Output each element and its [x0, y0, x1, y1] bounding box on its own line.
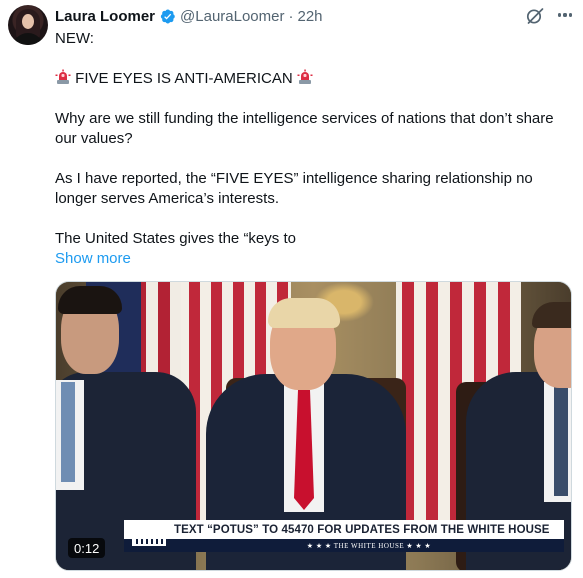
tweet-line: longer serves America’s interests.: [55, 190, 279, 207]
video-duration-badge: 0:12: [68, 538, 106, 558]
tweet-spacer: [55, 49, 577, 69]
show-more-link[interactable]: Show more: [55, 250, 131, 267]
banner-headline: TEXT “POTUS” TO 45470 FOR UPDATES FROM T…: [124, 520, 564, 539]
avatar-face: [22, 14, 34, 29]
video-player[interactable]: TEXT “POTUS” TO 45470 FOR UPDATES FROM T…: [55, 281, 572, 571]
verified-badge-icon[interactable]: [159, 8, 176, 25]
video-lower-third-banner: TEXT “POTUS” TO 45470 FOR UPDATES FROM T…: [124, 520, 564, 554]
author-avatar[interactable]: [8, 5, 48, 45]
tweet-text: NEW: FIVE EYES IS ANTI-AMERICAN Why are …: [55, 29, 577, 269]
banner-subtext: ★ ★ ★ THE WHITE HOUSE ★ ★ ★: [174, 539, 564, 552]
person-right-tie: [554, 386, 568, 496]
tweet-header: Laura Loomer @LauraLoomer · 22h: [55, 6, 323, 26]
tweet-line: Why are we still funding the intelligenc…: [55, 110, 554, 127]
police-light-emoji-icon: [55, 69, 71, 84]
tweet-spacer: [55, 209, 577, 229]
more-dot: [569, 13, 573, 17]
tweet-spacer: [55, 89, 577, 109]
tweet-spacer: [55, 149, 577, 169]
more-dot: [557, 13, 561, 17]
tweet-line: As I have reported, the “FIVE EYES” inte…: [55, 170, 533, 187]
police-light-emoji-icon: [297, 69, 313, 84]
more-options-icon[interactable]: [553, 5, 577, 25]
person-left-tie: [61, 382, 75, 482]
tweet-line: our values?: [55, 130, 133, 147]
more-dot: [563, 13, 567, 17]
tweet-line: The United States gives the “keys to: [55, 230, 296, 247]
tweet-timestamp[interactable]: 22h: [297, 8, 322, 25]
header-separator: ·: [288, 7, 294, 25]
author-name[interactable]: Laura Loomer: [55, 8, 155, 25]
person-left-hair: [58, 286, 122, 314]
tweet-headline: FIVE EYES IS ANTI-AMERICAN: [55, 69, 577, 89]
grok-icon[interactable]: [525, 6, 545, 26]
headline-text: FIVE EYES IS ANTI-AMERICAN: [75, 70, 293, 87]
tweet-line: NEW:: [55, 30, 94, 47]
author-handle[interactable]: @LauraLoomer: [180, 8, 284, 25]
person-center-hair: [268, 298, 340, 328]
